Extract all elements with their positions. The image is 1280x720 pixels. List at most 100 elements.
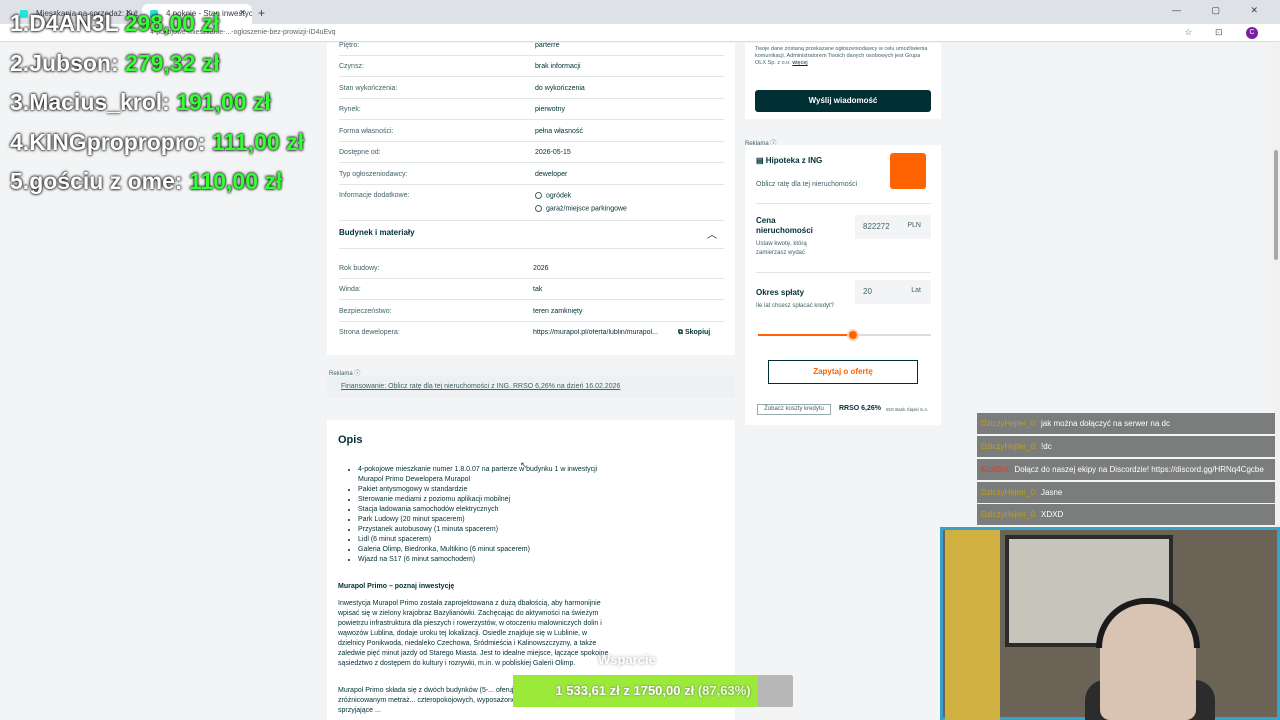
- rank-number: 2.: [10, 50, 30, 76]
- scrollbar-thumb[interactable]: [1274, 150, 1278, 260]
- ing-subtitle: Oblicz ratę dla tej nieruchomości: [756, 181, 858, 188]
- ask-offer-button[interactable]: Zapytaj o ofertę: [768, 360, 918, 384]
- new-tab-button[interactable]: +: [258, 6, 265, 20]
- detail-value: deweloper: [535, 171, 568, 178]
- check-circle-icon: [535, 192, 542, 199]
- donor-name: Jubson:: [29, 50, 119, 76]
- goal-current: 1 533,61 zł: [555, 683, 620, 698]
- description-title: Opis: [338, 434, 363, 446]
- ad-link[interactable]: Finansowanie: Oblicz ratę dla tej nieruc…: [341, 383, 620, 390]
- ing-lion-logo-icon: [890, 153, 926, 189]
- close-icon[interactable]: ✕: [239, 8, 246, 17]
- rank-number: 3.: [10, 89, 30, 115]
- detail-label: Stan wykończenia:: [339, 85, 398, 92]
- list-item: Lidl (6 minut spacerem): [358, 535, 618, 545]
- copy-label: Skopiuj: [684, 329, 711, 336]
- extra-item-label: garaż/miejsce parkingowe: [546, 205, 627, 213]
- leaderboard-entry: 4.KINGpropropro: 111,00 zł: [10, 129, 304, 156]
- chat-message: DziczyHejter_0: !dc: [977, 436, 1275, 457]
- detail-label: Dostępne od:: [339, 149, 381, 156]
- divider: [339, 55, 724, 56]
- detail-label: Czynsz:: [339, 63, 364, 70]
- goal-percent: (87,63%): [697, 683, 751, 698]
- chat-text: jak można dołączyć na serwer na dc: [1041, 419, 1170, 428]
- loan-costs-button[interactable]: Zobacz koszty kredytu: [757, 404, 831, 415]
- leaderboard-entry: 2.Jubson: 279,32 zł: [10, 50, 220, 77]
- privacy-more-link[interactable]: więcej: [792, 60, 807, 66]
- donation-amount: 111,00 zł: [211, 129, 304, 155]
- donor-name: KINGpropropro:: [29, 129, 206, 155]
- extra-item: ogródek: [535, 192, 571, 199]
- divider: [339, 119, 724, 120]
- building-label: Rok budowy:: [339, 265, 380, 272]
- building-value: 2026: [533, 265, 549, 272]
- chevron-up-icon[interactable]: ︿: [707, 226, 717, 241]
- chat-text: !dc: [1041, 442, 1052, 451]
- period-label: Okres spłaty: [756, 288, 805, 297]
- donor-name: gościu z ome:: [29, 168, 183, 194]
- description-list: 4-pokojowe mieszkanie numer 1.8.0.07 na …: [358, 465, 618, 565]
- send-message-button[interactable]: Wyślij wiadomość: [755, 90, 931, 112]
- check-circle-icon: [535, 205, 542, 212]
- list-item: Stacja ładowania samochodów elektrycznyc…: [358, 505, 618, 515]
- list-item: Wjazd na S17 (6 minut samochodem): [358, 555, 618, 565]
- divider: [339, 220, 724, 221]
- donation-amount: 191,00 zł: [176, 89, 271, 115]
- price-unit: PLN: [907, 222, 921, 229]
- divider: [339, 162, 724, 163]
- copy-icon: ⧉: [678, 329, 685, 336]
- detail-value: pełna własność: [535, 128, 583, 135]
- calculator-icon: ▤: [756, 156, 766, 165]
- donation-amount: 279,32 zł: [125, 50, 220, 76]
- extra-item-label: ogródek: [546, 192, 572, 200]
- rank-number: 1.: [10, 10, 30, 36]
- building-value: tak: [533, 286, 543, 293]
- rank-number: 5.: [10, 168, 30, 194]
- period-unit: Lat: [911, 287, 921, 294]
- copy-button[interactable]: ⧉ Skopiuj: [678, 329, 710, 337]
- window-controls[interactable]: — ▢ ✕: [1172, 5, 1272, 16]
- donor-name: Macius_krol:: [29, 89, 170, 115]
- list-item: Pakiet antysmogowy w standardzie: [358, 485, 618, 495]
- chat-message: DziczyHejter_0: jak można dołączyć na ser…: [977, 413, 1275, 434]
- profile-avatar[interactable]: C: [1246, 27, 1258, 39]
- period-input[interactable]: 20 Lat: [855, 280, 931, 304]
- rrso-value: RRSO 6,26%: [839, 405, 882, 412]
- list-item: Sterowanie mediami z poziomu aplikacji m…: [358, 495, 618, 505]
- divider: [756, 272, 931, 273]
- chat-username: DziczyHejter_0:: [981, 510, 1038, 519]
- list-item: Przystanek autobusowy (1 minuta spacerem…: [358, 525, 618, 535]
- donor-name: D4AN3L: [29, 10, 119, 36]
- building-label: Winda:: [339, 286, 361, 293]
- divider: [339, 278, 724, 279]
- webcam-curtain: [945, 530, 1000, 720]
- building-section-title[interactable]: Budynek i materiały: [339, 228, 415, 237]
- detail-value: pierwotny: [535, 106, 565, 113]
- price-value: 822272: [863, 222, 890, 231]
- detail-label: Piętro:: [339, 42, 360, 49]
- list-item: 4-pokojowe mieszkanie numer 1.8.0.07 na …: [358, 465, 618, 485]
- detail-value: do wykończenia: [535, 85, 585, 92]
- developer-link[interactable]: https://murapol.pl/oferta/lublin/murapol…: [533, 329, 673, 336]
- divider: [339, 248, 724, 249]
- period-value: 20: [863, 287, 872, 296]
- detail-value: 2026-05-15: [535, 149, 571, 156]
- divider: [339, 76, 724, 77]
- period-hint: Ile lat chcesz spłacać kredyt?: [756, 303, 835, 309]
- detail-label: Informacje dodatkowe:: [339, 192, 410, 199]
- building-label: Bezpieczeństwo:: [339, 308, 392, 315]
- period-slider-handle[interactable]: [847, 329, 859, 341]
- chat-text: Jasne: [1041, 488, 1063, 497]
- goal-progress-text: 1 533,61 zł z 1750,00 zł (87,63%): [555, 683, 751, 698]
- building-label: Strona dewelopera:: [339, 329, 400, 336]
- list-item: Park Ludowy (20 minut spacerem): [358, 515, 618, 525]
- building-value: teren zamknięty: [533, 308, 583, 315]
- period-slider-fill: [758, 334, 853, 336]
- leaderboard-entry: 1.D4AN3L 298,00 zł: [10, 10, 219, 37]
- divider: [339, 141, 724, 142]
- privacy-text: Twoje dane zostaną przekazane ogłoszenio…: [755, 46, 928, 66]
- description-paragraph: Inwestycja Murapol Primo została zaproje…: [338, 600, 609, 667]
- chat-message: DziczyHejter_0: XDXD: [977, 504, 1275, 525]
- donation-amount: 298,00 zł: [124, 10, 220, 36]
- price-input[interactable]: 822272 PLN: [855, 215, 931, 239]
